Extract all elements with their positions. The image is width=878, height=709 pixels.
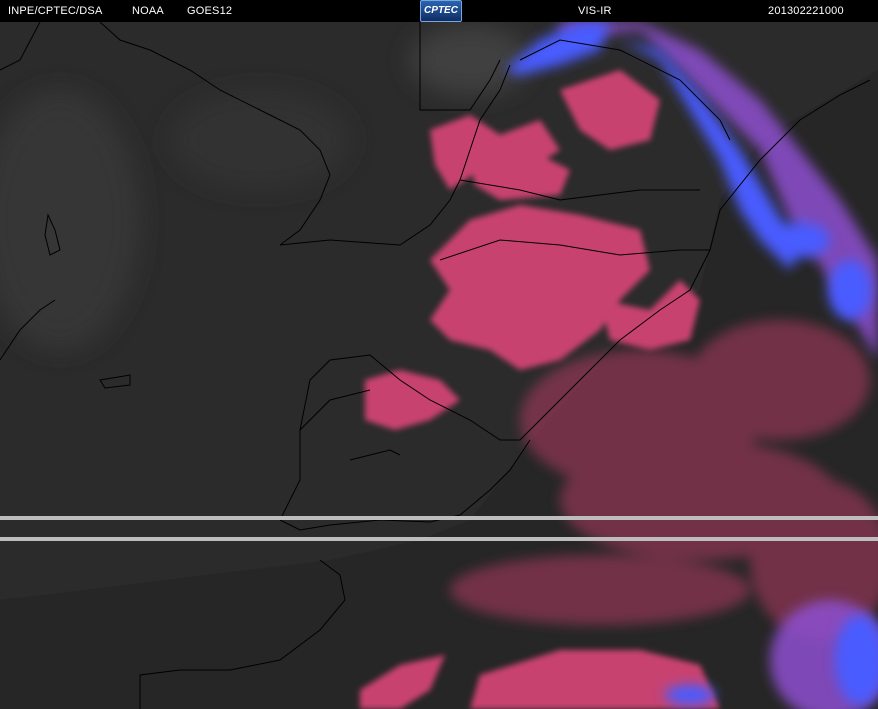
agency-label: INPE/CPTEC/DSA: [8, 5, 103, 17]
scanline-gap-lower: [0, 537, 878, 541]
product-label: VIS-IR: [578, 5, 612, 17]
provider-label: NOAA: [132, 5, 164, 17]
satellite-map: [0, 21, 878, 709]
cptec-logo: CPTEC: [420, 0, 462, 22]
header-bar: INPE/CPTEC/DSA NOAA GOES12 CPTEC VIS-IR …: [0, 0, 878, 22]
satellite-label: GOES12: [187, 5, 233, 17]
scanline-gap-upper: [0, 516, 878, 520]
timestamp-label: 201302221000: [768, 5, 844, 17]
satellite-image-viewer: INPE/CPTEC/DSA NOAA GOES12 CPTEC VIS-IR …: [0, 0, 878, 709]
